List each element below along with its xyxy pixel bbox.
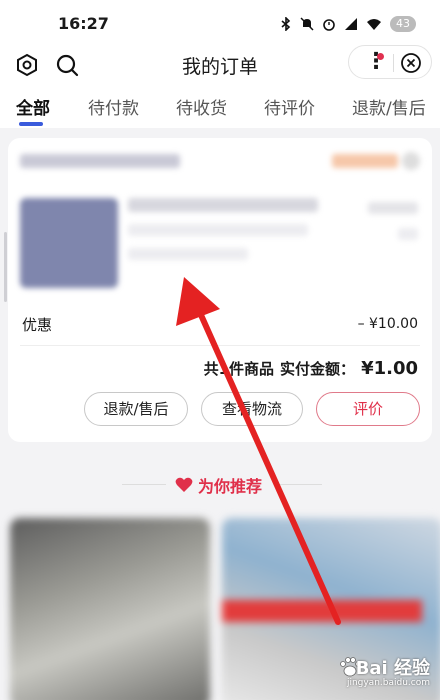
watermark-url: jingyan.baidu.com [346, 678, 430, 688]
discount-label: 优惠 [22, 316, 53, 334]
tab-all[interactable]: 全部 [16, 94, 50, 119]
product-name-blurred [128, 198, 318, 212]
product-price-blurred [368, 202, 418, 214]
status-icons: 43 [280, 16, 416, 32]
tab-refund-aftersale[interactable]: 退款/售后 [352, 94, 426, 119]
item-count: 共1件商品 [203, 360, 275, 378]
more-icon[interactable]: ⋮ [365, 50, 387, 74]
divider [122, 484, 166, 485]
track-logistics-button[interactable]: 查看物流 [201, 392, 303, 426]
close-icon[interactable] [400, 52, 422, 74]
recommend-label: 为你推荐 [198, 477, 263, 496]
miniapp-capsule: ⋮ [348, 45, 432, 79]
review-button[interactable]: 评价 [316, 392, 420, 426]
battery-indicator: 43 [390, 16, 416, 32]
active-tab-indicator [19, 122, 43, 126]
order-card[interactable]: 优惠 – ¥10.00 共1件商品 实付金额： ¥1.00 退款/售后 查看物流… [8, 138, 432, 442]
alarm-icon [323, 19, 335, 31]
watermark: Bai 经验 jingyan.baidu.com [316, 652, 436, 696]
scroll-indicator [4, 232, 7, 302]
status-time: 16:27 [58, 14, 109, 33]
discount-value: – ¥10.00 [357, 316, 418, 332]
promo-banner [222, 600, 422, 622]
product-spec-blurred [128, 224, 308, 236]
status-bar: 16:27 43 [0, 0, 440, 44]
refund-button[interactable]: 退款/售后 [84, 392, 188, 426]
paid-amount: ¥1.00 [361, 358, 418, 379]
watermark-brand: Bai 经验 [355, 658, 430, 679]
mute-icon [300, 17, 314, 31]
order-summary: 共1件商品 实付金额： ¥1.00 [204, 358, 418, 379]
tab-pending-receipt[interactable]: 待收货 [176, 94, 227, 119]
wifi-icon [367, 19, 381, 30]
paid-label: 实付金额： [280, 360, 356, 378]
order-tabs: 全部 待付款 待收货 待评价 退款/售后 [0, 86, 440, 128]
bluetooth-icon [281, 17, 291, 31]
divider [278, 484, 322, 485]
tab-pending-review[interactable]: 待评价 [264, 94, 315, 119]
tab-pending-payment[interactable]: 待付款 [88, 94, 139, 119]
recommended-product-card[interactable] [10, 518, 210, 700]
product-quantity-blurred [398, 228, 418, 240]
signal-icon [345, 18, 357, 30]
capsule-divider [393, 54, 394, 72]
shop-name-blurred [20, 154, 180, 168]
order-status-blurred [332, 154, 398, 168]
heart-icon [175, 477, 193, 492]
notification-dot [377, 53, 384, 60]
product-spec-blurred [128, 248, 248, 260]
recommend-heading: 为你推荐 [0, 470, 440, 500]
delete-icon[interactable] [402, 152, 420, 170]
product-thumbnail[interactable] [20, 198, 118, 288]
divider [20, 345, 420, 346]
page-header: 我的订单 ⋮ [0, 44, 440, 86]
